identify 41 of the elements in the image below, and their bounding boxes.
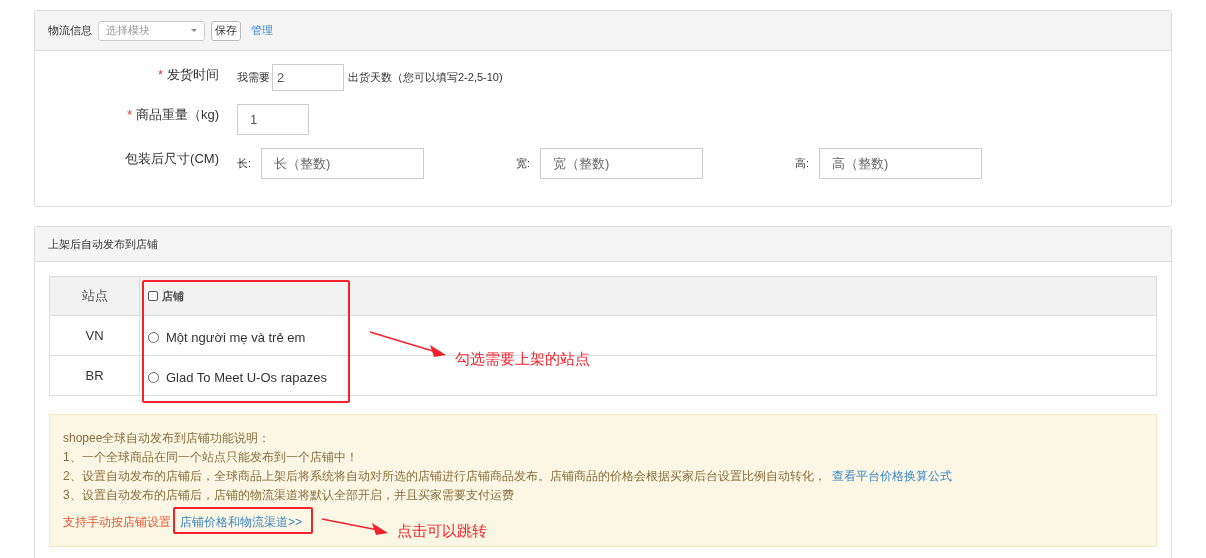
field-hint: 出货天数（您可以填写2-2,5-10) <box>348 70 503 86</box>
site-cell: VN <box>49 315 140 356</box>
column-header: 站点 <box>49 276 140 316</box>
annotation-label: 点击可以跳转 <box>397 521 487 541</box>
notice-line: 2、设置自动发布的店铺后，全球商品上架后将系统将自动对所选的店铺进行店铺商品发布。店铺商品的价格会根据买家后台设置比例自动转化， 查看平台价格换算公式 <box>63 468 953 485</box>
select-placeholder: 选择模块 <box>106 23 150 39</box>
notice-line: 1、一个全球商品在同一个站点只能发布到一个店铺中！ <box>63 449 359 466</box>
select-all-checkbox[interactable] <box>148 291 158 301</box>
shop-name: Glad To Meet U-Os rapazes <box>166 368 327 387</box>
notice-title: shopee全球自动发布到店铺功能说明： <box>63 430 272 447</box>
annotation-arrow <box>321 518 388 535</box>
manage-link[interactable]: 管理 <box>251 22 273 39</box>
ship-days-input[interactable]: 2 <box>272 64 344 91</box>
dimension-label: 高: <box>795 156 811 172</box>
radio-button[interactable] <box>148 372 159 383</box>
dimension-label: 长: <box>237 156 253 172</box>
dimension-label: 宽: <box>516 156 532 172</box>
panel-title: 上架后自动发布到店铺 <box>48 236 158 252</box>
template-select[interactable]: 选择模块 <box>98 20 205 41</box>
formula-link[interactable]: 查看平台价格换算公式 <box>831 469 952 483</box>
dimension-input[interactable]: 长（整数) <box>261 148 424 179</box>
shop-name: Một người mẹ và trẻ em <box>166 328 306 347</box>
annotation-label: 勾选需要上架的站点 <box>455 349 590 369</box>
save-button[interactable]: 保存 <box>211 20 241 41</box>
field-label: 包装后尺寸(CM) <box>125 150 219 168</box>
settings-link[interactable]: 店铺价格和物流渠道>> <box>180 513 302 532</box>
notice-line: 3、设置自动发布的店铺后，店铺的物流渠道将默认全部开启，并且买家需要支付运费 <box>63 487 515 504</box>
column-header: 店铺 <box>162 288 184 304</box>
field-label: 发货时间 <box>167 66 219 84</box>
dimension-input[interactable]: 宽（整数) <box>540 148 703 179</box>
field-label: 商品重量（kg) <box>135 106 219 124</box>
radio-button[interactable] <box>148 332 159 343</box>
field-prefix: 我需要 <box>237 70 270 86</box>
dimension-input[interactable]: 高（整数) <box>819 148 982 179</box>
required-mark: * <box>126 106 132 124</box>
weight-input[interactable]: 1 <box>237 104 309 135</box>
required-mark: * <box>157 66 163 84</box>
caret-icon <box>191 29 197 32</box>
panel-title: 物流信息 <box>48 23 92 39</box>
notice-footer-text: 支持手动按店铺设置 <box>63 514 171 531</box>
site-cell: BR <box>49 355 140 396</box>
